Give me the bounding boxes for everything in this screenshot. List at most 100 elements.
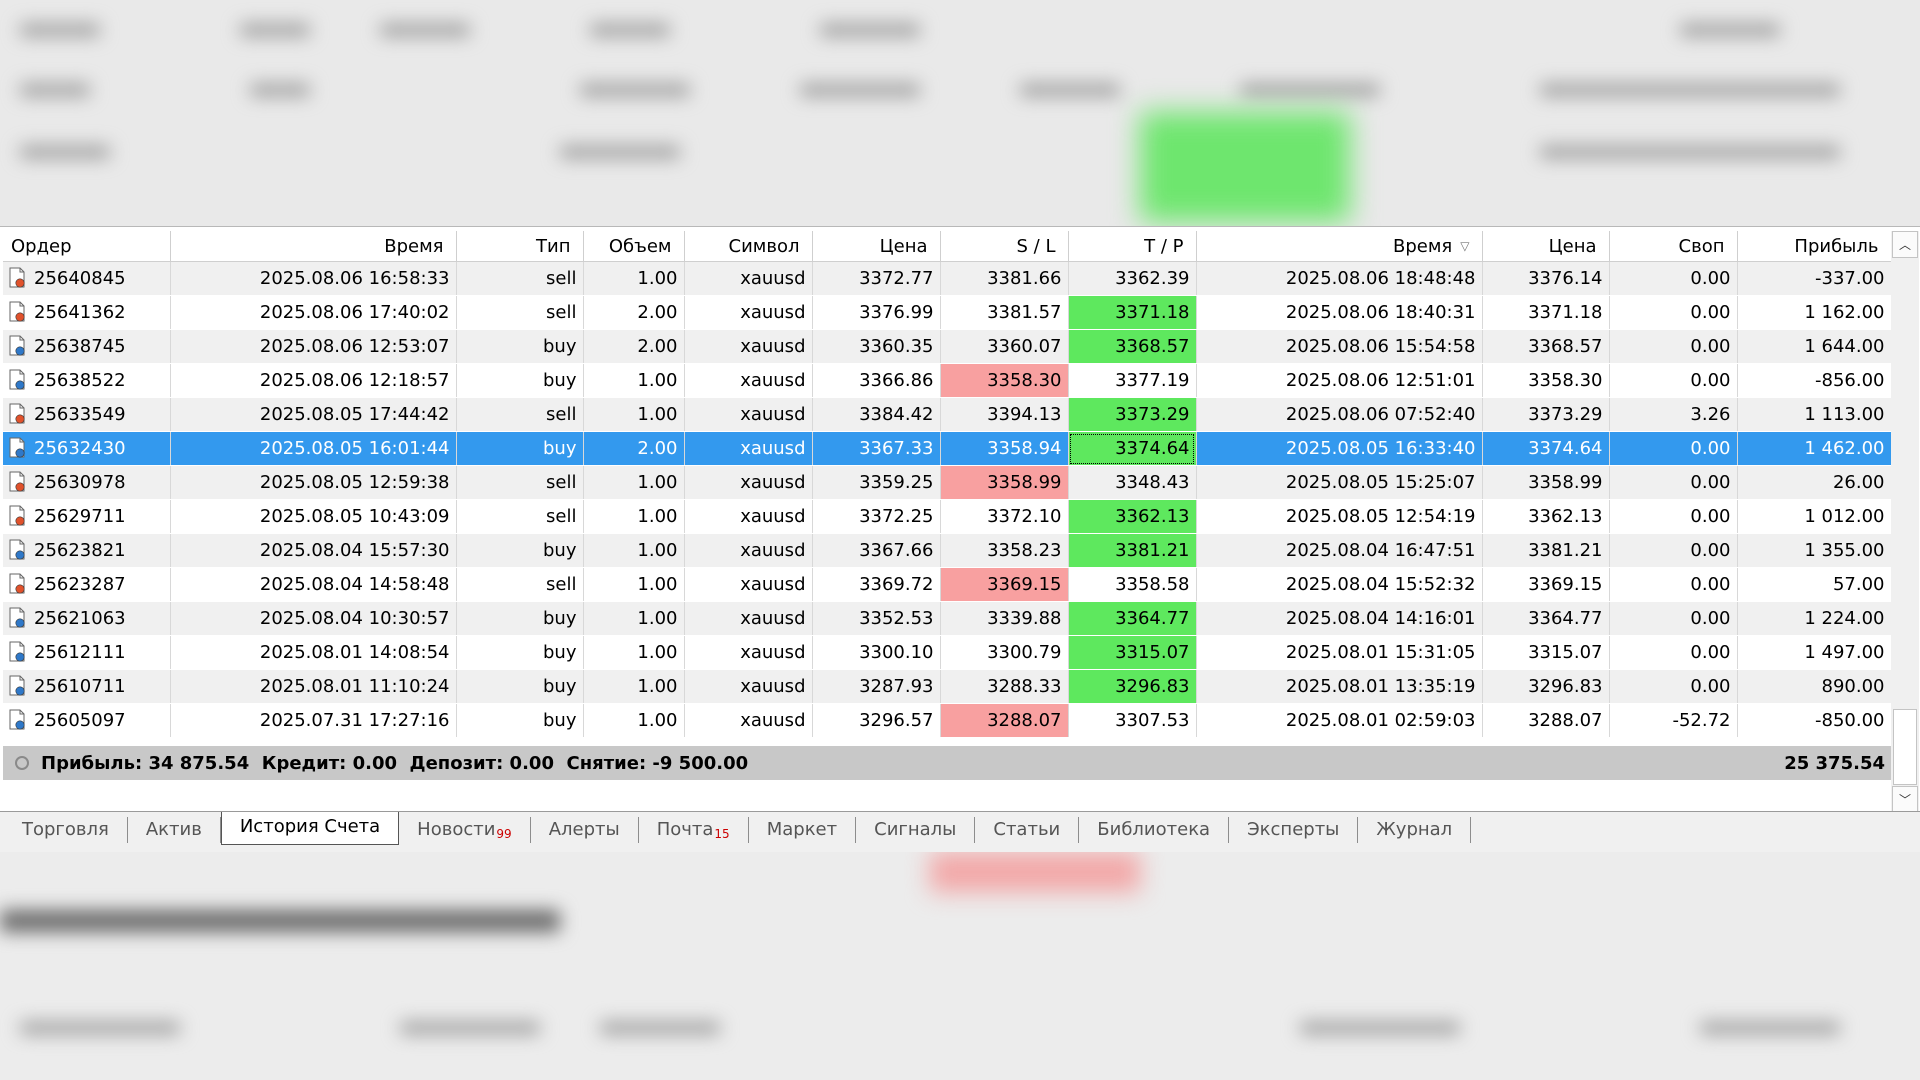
column-profit[interactable]: Прибыль — [1737, 231, 1892, 262]
tab-3[interactable]: Новости99 — [399, 817, 531, 843]
table-row[interactable]: 25641362 2025.08.06 17:40:02 sell 2.00 xauus… — [3, 295, 1892, 330]
cell-open-price: 3287.93 — [812, 669, 941, 704]
chevron-down-icon: ﹀ — [1898, 793, 1911, 807]
cell-symbol: xauusd — [684, 465, 813, 500]
cell-swap: 0.00 — [1609, 635, 1738, 670]
cell-type: sell — [456, 567, 584, 602]
cell-type: buy — [456, 363, 584, 398]
column-order[interactable]: Ордер — [3, 231, 171, 262]
cell-sl: 3358.99 — [940, 465, 1069, 500]
tab-7[interactable]: Сигналы — [856, 817, 976, 843]
cell-symbol: xauusd — [684, 567, 813, 602]
tab-1[interactable]: Актив — [128, 817, 221, 843]
cell-close-time: 2025.08.06 18:40:31 — [1196, 295, 1483, 330]
cell-profit: 1 162.00 — [1737, 295, 1892, 330]
tab-label: История Счета — [239, 815, 381, 837]
cell-open-time: 2025.08.04 14:58:48 — [170, 567, 457, 602]
cell-open-price: 3367.66 — [812, 533, 941, 568]
table-row[interactable]: 25638522 2025.08.06 12:18:57 buy 1.00 xauusd… — [3, 363, 1892, 398]
table-row[interactable]: 25633549 2025.08.05 17:44:42 sell 1.00 xauus… — [3, 397, 1892, 432]
table-row[interactable]: 25630978 2025.08.05 12:59:38 sell 1.00 xauus… — [3, 465, 1892, 500]
blurred-highlight — [1140, 112, 1350, 222]
cell-close-time: 2025.08.01 13:35:19 — [1196, 669, 1483, 704]
scroll-down-button[interactable]: ﹀ — [1892, 786, 1918, 813]
column-tp[interactable]: T / P — [1068, 231, 1197, 262]
table-row[interactable]: 25629711 2025.08.05 10:43:09 sell 1.00 xauus… — [3, 499, 1892, 534]
tab-6[interactable]: Маркет — [749, 817, 857, 843]
cell-close-price: 3368.57 — [1482, 329, 1610, 364]
order-number: 25638745 — [34, 335, 126, 357]
cell-symbol: xauusd — [684, 635, 813, 670]
cell-order: 25605097 — [3, 703, 171, 738]
tab-label: Новости — [417, 819, 496, 840]
cell-profit: 57.00 — [1737, 567, 1892, 602]
cell-close-time: 2025.08.04 14:16:01 — [1196, 601, 1483, 636]
order-number: 25640845 — [34, 267, 126, 289]
cell-tp: 3373.29 — [1068, 397, 1197, 432]
cell-close-time: 2025.08.06 15:54:58 — [1196, 329, 1483, 364]
cell-sl: 3369.15 — [940, 567, 1069, 602]
table-row[interactable]: 25610711 2025.08.01 11:10:24 buy 1.00 xauusd… — [3, 669, 1892, 704]
cell-open-time: 2025.08.05 16:01:44 — [170, 431, 457, 466]
tab-0[interactable]: Торговля — [4, 817, 128, 843]
cell-swap: 0.00 — [1609, 601, 1738, 636]
column-symbol[interactable]: Символ — [684, 231, 813, 262]
cell-open-time: 2025.08.05 17:44:42 — [170, 397, 457, 432]
column-type[interactable]: Тип — [456, 231, 584, 262]
cell-sl: 3288.07 — [940, 703, 1069, 738]
cell-tp: 3371.18 — [1068, 295, 1197, 330]
cell-tp: 3362.13 — [1068, 499, 1197, 534]
column-sl[interactable]: S / L — [940, 231, 1069, 262]
table-row[interactable]: 25621063 2025.08.04 10:30:57 buy 1.00 xauusd… — [3, 601, 1892, 636]
cell-open-price: 3352.53 — [812, 601, 941, 636]
column-open-price[interactable]: Цена — [812, 231, 941, 262]
vertical-scrollbar[interactable]: ︿ ﹀ — [1891, 231, 1919, 813]
tab-8[interactable]: Статьи — [975, 817, 1080, 843]
cell-close-price: 3315.07 — [1482, 635, 1610, 670]
tab-2[interactable]: История Счета — [220, 811, 400, 845]
table-row-selected[interactable]: 25632430 2025.08.05 16:01:44 buy 2.00 xauusd… — [3, 431, 1892, 466]
cell-open-price: 3359.25 — [812, 465, 941, 500]
cell-open-price: 3296.57 — [812, 703, 941, 738]
sell-order-icon — [9, 573, 25, 594]
tab-9[interactable]: Библиотека — [1079, 817, 1230, 843]
cell-close-time: 2025.08.06 12:51:01 — [1196, 363, 1483, 398]
tab-4[interactable]: Алерты — [531, 817, 639, 843]
cell-symbol: xauusd — [684, 295, 813, 330]
cell-sl: 3339.88 — [940, 601, 1069, 636]
scroll-up-button[interactable]: ︿ — [1892, 231, 1918, 258]
cell-type: buy — [456, 635, 584, 670]
blurred-text — [20, 84, 90, 96]
table-row[interactable]: 25623287 2025.08.04 14:58:48 sell 1.00 xauus… — [3, 567, 1892, 602]
cell-order: 25623821 — [3, 533, 171, 568]
cell-order: 25623287 — [3, 567, 171, 602]
cell-tp: 3364.77 — [1068, 601, 1197, 636]
order-number: 25610711 — [34, 675, 126, 697]
order-number: 25641362 — [34, 301, 126, 323]
table-row[interactable]: 25605097 2025.07.31 17:27:16 buy 1.00 xauusd… — [3, 703, 1892, 738]
column-open-time[interactable]: Время — [170, 231, 457, 262]
blurred-text — [20, 24, 100, 36]
cell-symbol: xauusd — [684, 261, 813, 296]
table-row[interactable]: 25640845 2025.08.06 16:58:33 sell 1.00 xauus… — [3, 261, 1892, 296]
scrollbar-thumb[interactable] — [1893, 709, 1917, 785]
table-row[interactable]: 25612111 2025.08.01 14:08:54 buy 1.00 xauusd… — [3, 635, 1892, 670]
summary-row: Прибыль: 34 875.54 Кредит: 0.00 Депозит:… — [3, 746, 1891, 780]
column-close-price[interactable]: Цена — [1482, 231, 1610, 262]
table-row[interactable]: 25623821 2025.08.04 15:57:30 buy 1.00 xauusd… — [3, 533, 1892, 568]
tab-label: Журнал — [1376, 819, 1453, 840]
cell-profit: 1 355.00 — [1737, 533, 1892, 568]
tab-10[interactable]: Эксперты — [1229, 817, 1359, 843]
account-history-panel: Ордер Время Тип Объем Символ Цена S / L … — [0, 226, 1920, 854]
cell-profit: 1 012.00 — [1737, 499, 1892, 534]
tab-11[interactable]: Журнал — [1358, 817, 1472, 843]
column-close-time[interactable]: Время ▽ — [1196, 231, 1483, 262]
column-volume[interactable]: Объем — [583, 231, 685, 262]
tab-5[interactable]: Почта15 — [639, 817, 749, 843]
cell-order: 25630978 — [3, 465, 171, 500]
table-row[interactable]: 25638745 2025.08.06 12:53:07 buy 2.00 xauusd… — [3, 329, 1892, 364]
cell-profit: -850.00 — [1737, 703, 1892, 738]
cell-symbol: xauusd — [684, 363, 813, 398]
cell-volume: 1.00 — [583, 465, 685, 500]
column-swap[interactable]: Своп — [1609, 231, 1738, 262]
